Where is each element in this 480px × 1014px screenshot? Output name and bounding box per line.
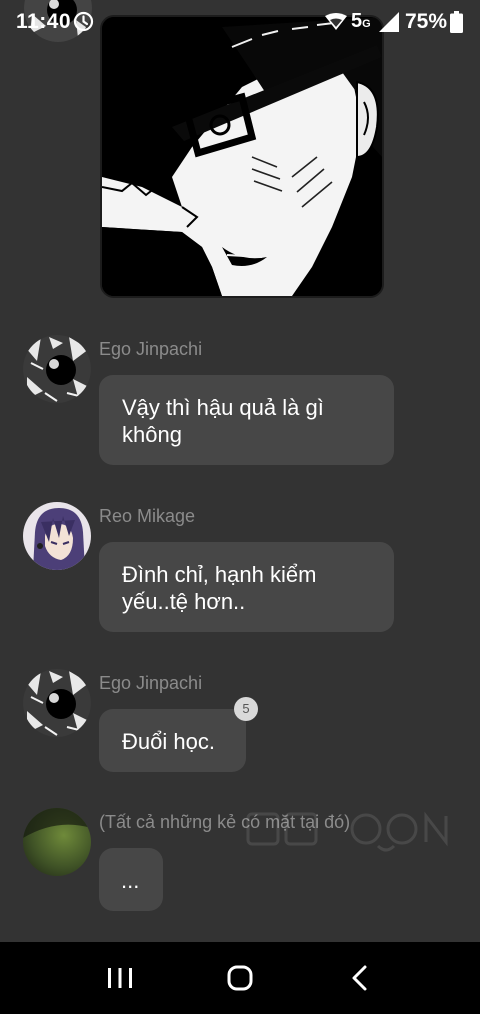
chat-screen: 11:40 5G 75% Ego Jinpachi Vậy thì hậu qu… <box>0 0 480 1014</box>
battery-icon <box>450 11 463 33</box>
wifi-icon <box>325 13 347 30</box>
message-bubble[interactable]: Đuổi học. <box>99 709 246 772</box>
reaction-count-badge[interactable]: 5 <box>234 697 258 721</box>
message-text: Vậy thì hậu quả là gì <box>122 395 324 420</box>
alarm-icon <box>73 11 94 32</box>
battery-percentage: 75% <box>405 10 448 33</box>
message-text: Đuổi học. <box>122 729 215 754</box>
message-bubble[interactable]: ... <box>99 848 163 911</box>
sender-name: Reo Mikage <box>99 506 196 526</box>
image-icon <box>102 17 382 296</box>
navigation-bar <box>0 942 480 1014</box>
message-text: Đình chỉ, hạnh kiểm <box>122 562 317 587</box>
manga-panel-image[interactable] <box>100 15 384 298</box>
sender-name: Ego Jinpachi <box>99 673 203 693</box>
status-time: 11:40 <box>16 10 72 33</box>
back-icon[interactable] <box>340 962 380 994</box>
avatar-ego[interactable] <box>23 335 91 403</box>
avatar-ego[interactable] <box>23 669 91 737</box>
network-type: 5G <box>351 10 371 32</box>
signal-icon <box>379 12 399 32</box>
message-bubble[interactable]: Đình chỉ, hạnh kiểm yếu..tệ hơn.. <box>99 542 394 632</box>
home-icon[interactable] <box>220 962 260 994</box>
sender-name: Ego Jinpachi <box>99 339 203 359</box>
watermark-logo <box>246 811 448 852</box>
message-bubble[interactable]: Vậy thì hậu quả là gì không <box>99 375 394 465</box>
message-text: yếu..tệ hơn.. <box>122 589 246 614</box>
message-text: không <box>122 422 182 447</box>
status-bar: 11:40 5G 75% <box>0 0 480 44</box>
recents-icon[interactable] <box>100 962 140 994</box>
avatar-reo[interactable] <box>23 502 91 570</box>
avatar-group[interactable] <box>23 808 91 876</box>
message-text: ... <box>121 868 140 893</box>
